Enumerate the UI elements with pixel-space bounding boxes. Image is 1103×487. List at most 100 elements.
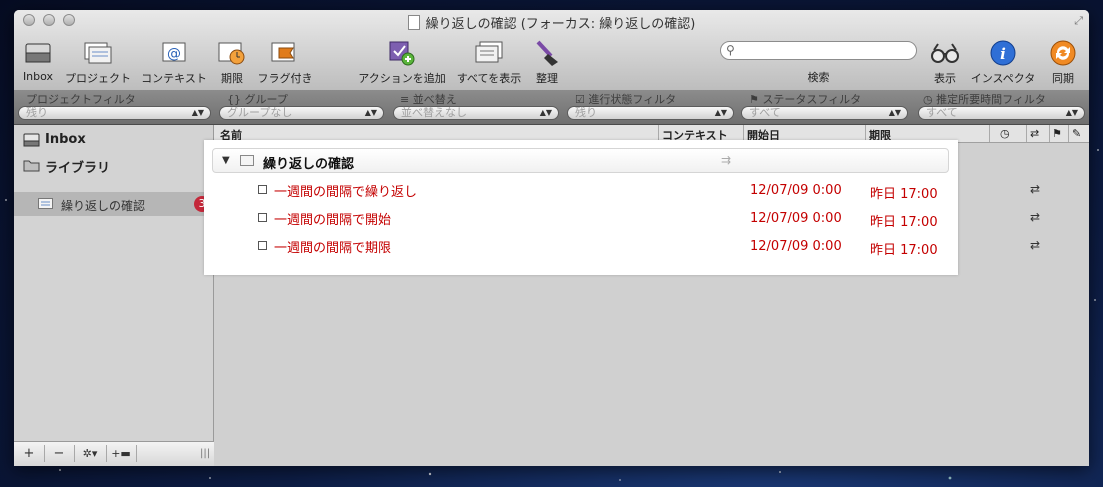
progress-filter-label-text: 進行状態フィルタ bbox=[588, 93, 677, 106]
progress-filter-label: ☑ 進行状態フィルタ bbox=[575, 91, 676, 107]
task-start-date: 12/07/09 0:00 bbox=[750, 239, 842, 254]
svg-text:i: i bbox=[1000, 45, 1006, 63]
inbox-toolbar-label: Inbox bbox=[22, 70, 54, 83]
divider bbox=[1068, 125, 1069, 142]
sort-filter-value: 並べ替えなし bbox=[401, 106, 467, 119]
task-name: 一週間の間隔で期限 bbox=[274, 241, 392, 256]
filter-bar: プロジェクトフィルタ 残り ▲▼ {} グループ グループなし ▲▼ ≡ 並べ替え … bbox=[14, 90, 1089, 125]
sidebar-item-inbox[interactable]: Inbox bbox=[14, 128, 214, 152]
popup-arrows-icon: ▲▼ bbox=[539, 108, 552, 117]
add-folder-button[interactable]: +▬ bbox=[110, 445, 132, 462]
group-icon: {} bbox=[227, 93, 245, 106]
popup-arrows-icon: ▲▼ bbox=[714, 108, 727, 117]
task-start-date: 12/07/09 0:00 bbox=[750, 183, 842, 198]
divider bbox=[106, 445, 107, 462]
task-due-date: 昨日 17:00 bbox=[870, 215, 938, 230]
projects-toolbar-label: プロジェクト bbox=[65, 72, 131, 85]
note-column-icon[interactable]: ✎ bbox=[1072, 127, 1081, 140]
add-button[interactable]: + bbox=[20, 445, 38, 462]
group-filter-label-text: グループ bbox=[244, 93, 288, 106]
task-row[interactable]: 一週間の間隔で繰り返し 12/07/09 0:00 昨日 17:00 ⇄ bbox=[204, 177, 1040, 205]
popup-arrows-icon: ▲▼ bbox=[364, 108, 377, 117]
group-filter-popup[interactable]: グループなし ▲▼ bbox=[219, 106, 384, 120]
due-clock-icon bbox=[218, 42, 245, 65]
view-toolbar-label: 表示 bbox=[934, 72, 956, 85]
group-filter-value: グループなし bbox=[227, 106, 293, 119]
view-toolbar-button[interactable]: 表示 bbox=[926, 40, 964, 86]
divider bbox=[136, 445, 137, 462]
project-filter-value: 残り bbox=[26, 106, 48, 119]
clean-up-toolbar-button[interactable]: 整理 bbox=[532, 40, 562, 86]
svg-text:@: @ bbox=[167, 46, 181, 62]
divider bbox=[1049, 125, 1050, 142]
divider bbox=[989, 125, 990, 142]
contexts-toolbar-button[interactable]: @ コンテキスト bbox=[141, 40, 207, 86]
project-filter-label: プロジェクトフィルタ bbox=[26, 93, 136, 106]
contexts-at-icon: @ bbox=[162, 42, 186, 62]
fullscreen-icon[interactable]: ⤢ bbox=[1074, 14, 1083, 28]
sync-toolbar-button[interactable]: 同期 bbox=[1044, 40, 1082, 86]
projects-icon bbox=[84, 42, 112, 64]
show-all-toolbar-button[interactable]: すべてを表示 bbox=[454, 40, 524, 86]
inbox-toolbar-button[interactable]: Inbox bbox=[20, 40, 56, 83]
gear-menu-button[interactable]: ✲▾ bbox=[78, 445, 102, 462]
remove-button[interactable]: − bbox=[50, 445, 68, 462]
task-due-date: 昨日 17:00 bbox=[870, 187, 938, 202]
inspector-toolbar-label: インスペクタ bbox=[970, 72, 1036, 85]
task-due-date: 昨日 17:00 bbox=[870, 243, 938, 258]
projects-toolbar-button[interactable]: プロジェクト bbox=[64, 40, 132, 86]
focused-project-panel: ▼ 繰り返しの確認 ⇉ 一週間の間隔で繰り返し 12/07/09 0:00 昨日… bbox=[204, 140, 1040, 275]
omnifocus-window: 繰り返しの確認 (フォーカス: 繰り返しの確認) ⤢ Inbox プロジェクト … bbox=[14, 10, 1089, 466]
progress-filter-popup[interactable]: 残り ▲▼ bbox=[567, 106, 734, 120]
sort-icon: ≡ bbox=[400, 93, 413, 106]
project-row[interactable]: ▼ 繰り返しの確認 ⇉ bbox=[212, 148, 949, 173]
clean-up-toolbar-label: 整理 bbox=[536, 72, 558, 85]
duration-filter-popup[interactable]: すべて ▲▼ bbox=[918, 106, 1085, 120]
task-row[interactable]: 一週間の間隔で期限 12/07/09 0:00 昨日 17:00 ⇄ bbox=[204, 233, 1040, 261]
search-input[interactable] bbox=[720, 41, 917, 60]
inspector-toolbar-button[interactable]: i インスペクタ bbox=[970, 40, 1036, 86]
divider bbox=[74, 445, 75, 462]
task-checkbox[interactable] bbox=[258, 241, 267, 250]
sort-filter-label-text: 並べ替え bbox=[412, 93, 457, 106]
document-icon bbox=[407, 15, 420, 30]
contexts-toolbar-label: コンテキスト bbox=[141, 72, 207, 85]
sort-filter-popup[interactable]: 並べ替えなし ▲▼ bbox=[393, 106, 559, 120]
add-action-toolbar-button[interactable]: アクションを追加 bbox=[357, 40, 447, 86]
popup-arrows-icon: ▲▼ bbox=[888, 108, 901, 117]
disclosure-triangle-icon[interactable]: ▼ bbox=[222, 155, 230, 166]
task-checkbox[interactable] bbox=[258, 213, 267, 222]
task-row[interactable]: 一週間の間隔で開始 12/07/09 0:00 昨日 17:00 ⇄ bbox=[204, 205, 1040, 233]
status-filter-label: ⚑ ステータスフィルタ bbox=[749, 91, 861, 107]
broom-icon bbox=[536, 40, 558, 66]
task-name: 一週間の間隔で繰り返し bbox=[274, 185, 418, 200]
show-all-icon bbox=[475, 41, 503, 63]
flagged-toolbar-button[interactable]: フラグ付き bbox=[256, 40, 314, 86]
task-start-date: 12/07/09 0:00 bbox=[750, 211, 842, 226]
estimate-column-icon[interactable]: ◷ bbox=[1000, 127, 1010, 140]
sync-icon bbox=[1050, 40, 1076, 66]
repeat-column-icon[interactable]: ⇄ bbox=[1030, 127, 1039, 140]
repeat-icon: ⇄ bbox=[1030, 210, 1041, 224]
flag-column-icon[interactable]: ⚑ bbox=[1052, 127, 1062, 140]
clock-small-icon: ◷ bbox=[923, 93, 937, 106]
inbox-tray-icon bbox=[25, 43, 51, 63]
sidebar-item-project[interactable]: 繰り返しの確認 3 bbox=[14, 192, 214, 216]
sort-filter-label: ≡ 並べ替え bbox=[400, 91, 457, 107]
sidebar-item-library[interactable]: ライブラリ bbox=[14, 153, 214, 177]
window-title: 繰り返しの確認 (フォーカス: 繰り返しの確認) bbox=[425, 17, 696, 32]
duration-filter-label: ◷ 推定所要時間フィルタ bbox=[923, 91, 1046, 107]
task-checkbox[interactable] bbox=[258, 185, 267, 194]
folder-icon bbox=[23, 160, 40, 172]
duration-filter-label-text: 推定所要時間フィルタ bbox=[936, 93, 1046, 106]
task-name: 一週間の間隔で開始 bbox=[274, 213, 392, 228]
resize-handle-icon[interactable]: ||| bbox=[200, 445, 210, 462]
sidebar-item-label: Inbox bbox=[45, 132, 86, 147]
sequential-arrow-icon: ⇉ bbox=[721, 153, 732, 167]
due-toolbar-button[interactable]: 期限 bbox=[215, 40, 249, 86]
project-filter-popup[interactable]: 残り ▲▼ bbox=[18, 106, 211, 120]
status-filter-popup[interactable]: すべて ▲▼ bbox=[741, 106, 908, 120]
view-glasses-icon bbox=[931, 43, 959, 63]
progress-filter-value: 残り bbox=[575, 106, 597, 119]
popup-arrows-icon: ▲▼ bbox=[1065, 108, 1078, 117]
